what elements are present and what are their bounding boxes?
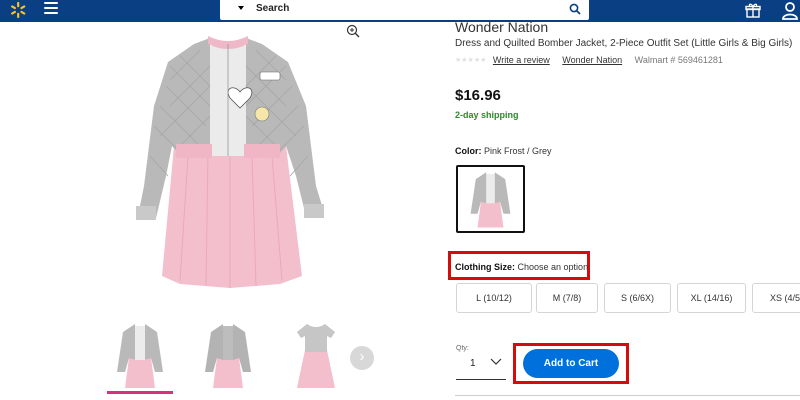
- add-to-cart-button[interactable]: Add to Cart: [523, 349, 619, 378]
- chevron-down-icon[interactable]: [490, 356, 502, 366]
- search-icon[interactable]: [569, 3, 581, 15]
- thumbnail-3[interactable]: [283, 318, 349, 392]
- size-label-value: Choose an option: [517, 262, 589, 272]
- main-product-image[interactable]: [110, 26, 346, 314]
- quantity-label: Qty:: [456, 345, 469, 352]
- color-label-key: Color:: [455, 146, 482, 156]
- gift-icon[interactable]: [745, 2, 761, 18]
- walmart-number: Walmart # 569461281: [634, 55, 723, 65]
- size-label-key: Clothing Size:: [455, 262, 515, 272]
- brand-link[interactable]: Wonder Nation: [562, 55, 622, 65]
- product-price: $16.96: [455, 87, 501, 104]
- size-option-xs[interactable]: XS (4/5): [752, 283, 800, 313]
- search-input[interactable]: Search: [220, 0, 589, 20]
- size-label: Clothing Size: Choose an option: [455, 262, 588, 272]
- quantity-underline: [456, 379, 506, 380]
- color-label-value: Pink Frost / Grey: [484, 146, 552, 156]
- thumbnail-2[interactable]: [195, 318, 261, 392]
- walmart-spark-icon[interactable]: [9, 1, 27, 19]
- write-review-link[interactable]: Write a review: [493, 55, 550, 65]
- search-label: Search: [256, 3, 290, 14]
- product-title: Dress and Quilted Bomber Jacket, 2-Piece…: [455, 38, 793, 49]
- product-brand: Wonder Nation: [455, 19, 549, 35]
- color-swatch-selected[interactable]: [456, 165, 525, 233]
- section-divider: [455, 395, 800, 396]
- size-option-m[interactable]: M (7/8): [536, 283, 598, 313]
- hamburger-icon[interactable]: [44, 2, 58, 16]
- size-option-xl[interactable]: XL (14/16): [677, 283, 746, 313]
- chevron-right-icon: ›: [359, 348, 365, 365]
- gallery-next-button[interactable]: ›: [350, 346, 374, 370]
- thumbnail-1[interactable]: [107, 318, 173, 392]
- quantity-select[interactable]: 1: [470, 358, 476, 369]
- top-nav-bar: Search: [0, 0, 800, 22]
- size-option-l[interactable]: L (10/12): [456, 283, 532, 313]
- rating-stars-icon: ★★★★★: [455, 57, 487, 64]
- zoom-in-icon[interactable]: [346, 24, 360, 38]
- color-label: Color: Pink Frost / Grey: [455, 146, 552, 156]
- rating-row: ★★★★★ Write a review Wonder Nation Walma…: [455, 55, 723, 67]
- thumbnail-active-indicator: [107, 391, 173, 394]
- swatch-image: [470, 172, 511, 228]
- department-dropdown-caret-icon[interactable]: [238, 6, 244, 10]
- size-option-s[interactable]: S (6/6X): [604, 283, 671, 313]
- account-icon[interactable]: [781, 1, 799, 20]
- shipping-badge: 2-day shipping: [455, 110, 519, 120]
